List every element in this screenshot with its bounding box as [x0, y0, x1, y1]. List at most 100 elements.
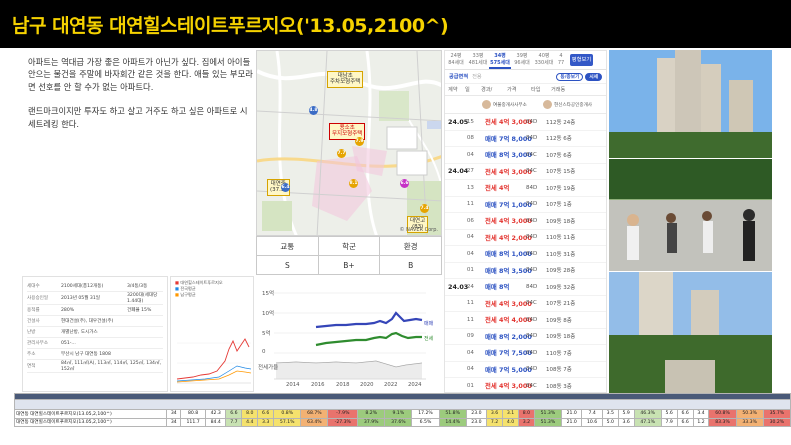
tx-kind: 전세: [485, 184, 497, 193]
info-value: 2013년 05월 31일: [61, 296, 100, 301]
info-value-2: 건폐율 15%: [127, 308, 152, 313]
tx-row[interactable]: 24.04 27 전세 4억 3,000 84C 107동 15층: [445, 164, 606, 180]
agent-name[interactable]: 여불중개사사무소: [493, 102, 543, 108]
tx-price: 매매 8억 1,000: [474, 249, 532, 258]
info-key: 세대수: [27, 284, 40, 289]
info-key: 면적: [27, 364, 36, 369]
stats-cell: -27.3%: [327, 417, 359, 427]
filter-supply-area[interactable]: 공급면적: [449, 73, 468, 80]
view-pyeong-button[interactable]: 평형보기: [570, 54, 593, 66]
tx-header-type: 타입: [531, 87, 541, 93]
location-map[interactable]: 대남초 주차모형주택 용소초 무지모형주택 대연중 (37.5) 대연고 (83) 4.…: [256, 50, 442, 236]
info-key: 사용승인일: [27, 296, 49, 301]
tx-row[interactable]: 01 매매 8억 3,500 84D 109동 28층: [445, 263, 606, 279]
photo-collage[interactable]: [609, 50, 772, 393]
tx-row[interactable]: 08 매매 7억 8,000 84D 112동 6층: [445, 131, 606, 147]
y-label-5: 5억: [262, 331, 271, 337]
tab-label: 24평: [450, 53, 462, 59]
tx-kind: 매매: [485, 365, 497, 374]
tx-floor: 112동 24층: [546, 119, 576, 126]
tx-row[interactable]: 11 전세 4억 3,000 84C 107동 21층: [445, 296, 606, 312]
map-dot-6[interactable]: 7.4: [420, 204, 429, 213]
tx-price: 매매 8억 3,500: [474, 266, 532, 275]
tx-row[interactable]: 06 전세 4억 3,000 84D 109동 18층: [445, 213, 606, 230]
tx-kind: 전세: [485, 382, 497, 391]
tx-month: 24.03: [448, 282, 469, 291]
tx-area: 84C: [526, 300, 537, 307]
tx-header: 계약 일 경과/ 가격 타입 거래동: [445, 84, 606, 96]
tab-33[interactable]: 33평 481세대: [467, 51, 489, 69]
tx-row[interactable]: 04 전세 4억 2,000 84D 110동 11층: [445, 230, 606, 246]
info-row: 사용승인일 2013년 05월 31일 3200대(세대당 1.44대): [27, 292, 163, 305]
agent-name[interactable]: 현신스타공인중개사: [554, 102, 592, 108]
tab-39[interactable]: 39평 96세대: [511, 51, 533, 69]
tx-floor: 112동 6층: [546, 136, 572, 143]
tab-40[interactable]: 40평 330세대: [533, 51, 555, 69]
tx-floor: 109동 18층: [546, 218, 576, 225]
stats-complex-name: 대연동 대연힐스테이트푸르지오(13.05,2,100^): [13, 417, 168, 427]
stats-cell: 7.9: [660, 417, 678, 427]
complex-info-card: 세대수 2100세대(총12개동) 3/4동/3동 사용승인일 2013년 05월 3…: [22, 276, 168, 392]
map-label-0[interactable]: 대남초 주차모형주택: [327, 71, 364, 88]
tx-header-building: 거래동: [551, 87, 566, 93]
tx-row[interactable]: 01 전세 4억 3,000 84C 108동 3층: [445, 378, 606, 392]
map-dot-3[interactable]: 6.4: [281, 183, 290, 192]
tx-row[interactable]: 04 매매 8억 3,000 84C 107동 6층: [445, 147, 606, 164]
stats-cell: 21.0: [560, 417, 583, 427]
stats-cell: 4.0: [502, 417, 519, 427]
stats-table: 대연동 대연힐스테이트푸르지오(13.05,2,100^) 34 80.8 42.3 6…: [13, 393, 791, 427]
tx-kind: 매매: [485, 283, 497, 292]
tab-34[interactable]: 34평 575세대: [489, 51, 511, 69]
tx-row[interactable]: 11 전세 4억 4,000 84D 109동 8층: [445, 312, 606, 329]
tx-row[interactable]: 24.05 15 전세 4억 3,000 84D 112동 24층: [445, 114, 606, 131]
map-dot-4[interactable]: 8.1: [349, 179, 358, 188]
map-dot-5[interactable]: 6.6: [400, 179, 409, 188]
tx-area: 84D: [526, 234, 538, 241]
mini-chart-plot: [176, 338, 252, 384]
tx-row[interactable]: 04 매매 7억 7,500 84D 110동 7층: [445, 345, 606, 362]
stats-cell: 3.6: [486, 409, 504, 419]
map-dot-1[interactable]: 7.7: [337, 149, 346, 158]
tx-header-day: 일: [465, 87, 470, 93]
agent-row: 여불중개사사무소 현신스타공인중개사: [445, 96, 606, 114]
stats-cell: 7.2: [486, 417, 504, 427]
y-label-10: 10억: [262, 311, 275, 317]
x-label-2018: 2018: [336, 382, 350, 388]
tx-floor: 109동 32층: [546, 284, 576, 291]
tx-price: 전세 4억 3,000: [474, 117, 532, 126]
filter-exclusive[interactable]: 전용: [472, 73, 482, 80]
legend-swatch-icon: ■: [175, 292, 179, 297]
tab-more[interactable]: 4 77: [555, 51, 567, 69]
stats-cell: 7.4: [581, 409, 603, 419]
tx-area: 84C: [526, 151, 537, 158]
stats-cell: 51.3%: [533, 409, 562, 419]
photo-gallery: [609, 50, 772, 393]
tab-label: 4: [559, 53, 563, 59]
map-dot-0[interactable]: 4.8: [309, 106, 318, 115]
info-value: 현대건설(주), 대우건설(주): [61, 319, 114, 324]
map-dot-2[interactable]: 7.9: [355, 137, 364, 146]
tx-row[interactable]: 24.03 24 매매 8억 84D 109동 32층: [445, 279, 606, 296]
tx-kind: 매매: [485, 134, 497, 143]
tx-kind: 매매: [485, 200, 497, 209]
stats-cell: 0.8%: [273, 409, 302, 419]
rating-header-environment: 환경: [379, 236, 442, 256]
stats-cell: 84.4: [205, 417, 227, 427]
stats-cell: 6.6: [225, 409, 243, 419]
floor-view-pill[interactable]: 동/층보기: [556, 72, 584, 81]
tx-row[interactable]: 11 매매 7억 1,000 84D 107동 1층: [445, 197, 606, 213]
tx-price: 전세 4억 3,000: [474, 216, 532, 225]
tx-list: 24.05 15 전세 4억 3,000 84D 112동 24층 08 매매 7억 8,0…: [445, 114, 606, 392]
stats-cell: 51.3%: [533, 417, 562, 427]
tx-row[interactable]: 04 매매 7억 5,000 84D 108동 7층: [445, 362, 606, 378]
tx-row[interactable]: 13 전세 4억 84D 107동 19층: [445, 180, 606, 197]
tx-row[interactable]: 04 매매 8억 1,000 84D 110동 31층: [445, 246, 606, 263]
stats-cell: 21.0: [560, 409, 583, 419]
tx-day: 11: [466, 201, 474, 208]
page-title: 남구 대연동 대연힐스테이트푸르지오('13.05,2100^): [12, 15, 449, 37]
tx-row[interactable]: 09 매매 8억 2,000 84D 109동 18층: [445, 329, 606, 345]
tab-24[interactable]: 24평 84세대: [445, 51, 467, 69]
price-pill[interactable]: 시세: [585, 72, 602, 81]
description-paragraph-1: 아파트는 역대급 가장 좋은 아파트가 아닌가 싶다. 집에서 아이들 안으는 …: [28, 57, 253, 92]
tx-kind: 전세: [485, 299, 497, 308]
